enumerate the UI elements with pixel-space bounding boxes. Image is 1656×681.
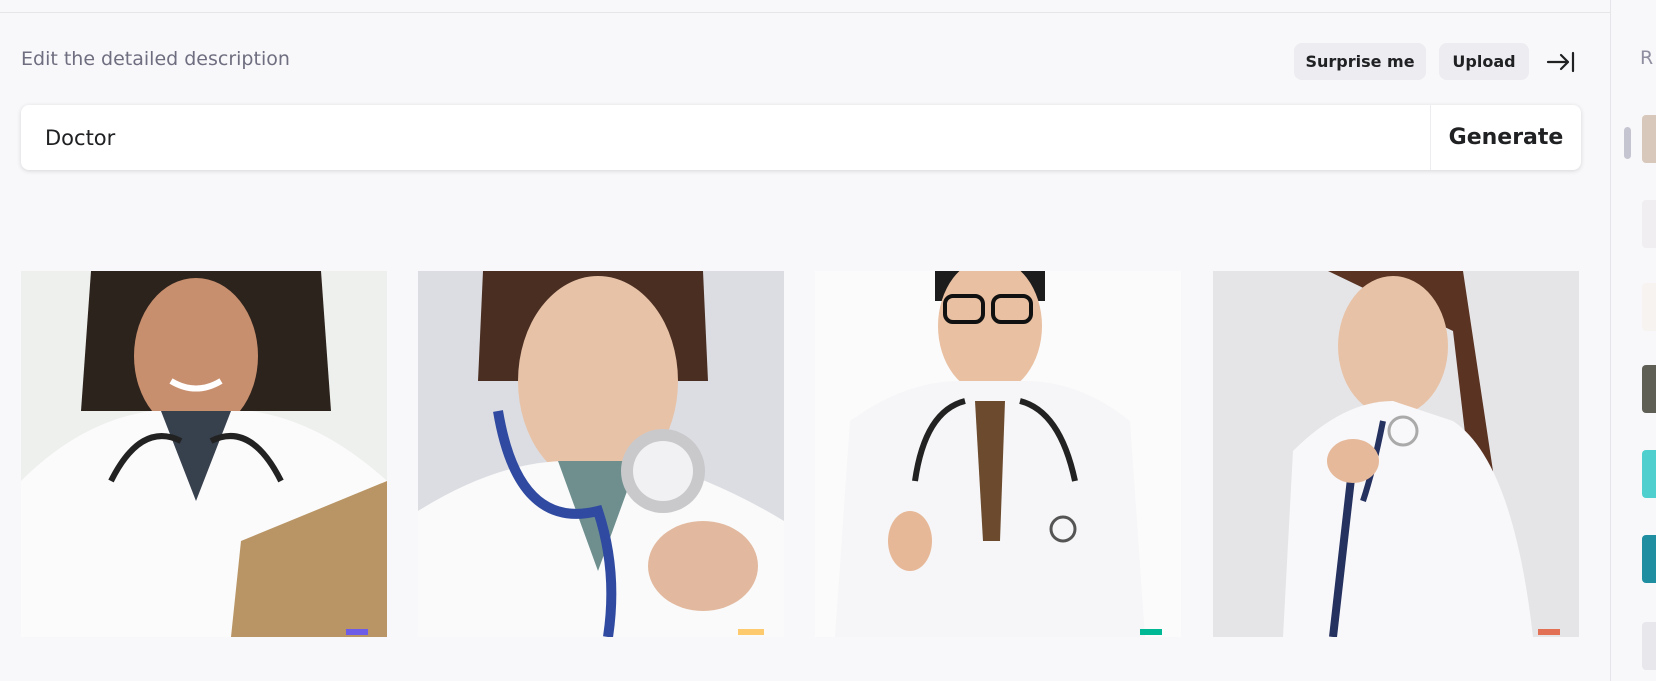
prompt-input[interactable] [43,115,1427,161]
history-thumbnail[interactable] [1642,622,1656,670]
history-thumbnail[interactable] [1642,535,1656,583]
result-image-1[interactable] [21,271,387,637]
result-image-2[interactable] [418,271,784,637]
history-thumbnail[interactable] [1642,283,1656,331]
result-image-3[interactable] [815,271,1181,637]
main-panel: Edit the detailed description Surprise m… [0,13,1610,681]
history-thumbnail[interactable] [1642,200,1656,248]
sidebar-title: R [1640,47,1654,69]
upload-button[interactable]: Upload [1439,43,1529,80]
collapse-right-icon[interactable] [1546,50,1576,74]
history-thumbnail[interactable] [1642,450,1656,498]
result-image-4[interactable] [1213,271,1579,637]
history-thumbnail[interactable] [1642,365,1656,413]
generate-button[interactable]: Generate [1431,105,1581,170]
surprise-me-button[interactable]: Surprise me [1294,43,1426,80]
prompt-box: Generate [21,105,1581,170]
scrollbar[interactable] [1624,127,1631,159]
history-thumbnail[interactable] [1642,115,1656,163]
page-title: Edit the detailed description [21,48,290,70]
